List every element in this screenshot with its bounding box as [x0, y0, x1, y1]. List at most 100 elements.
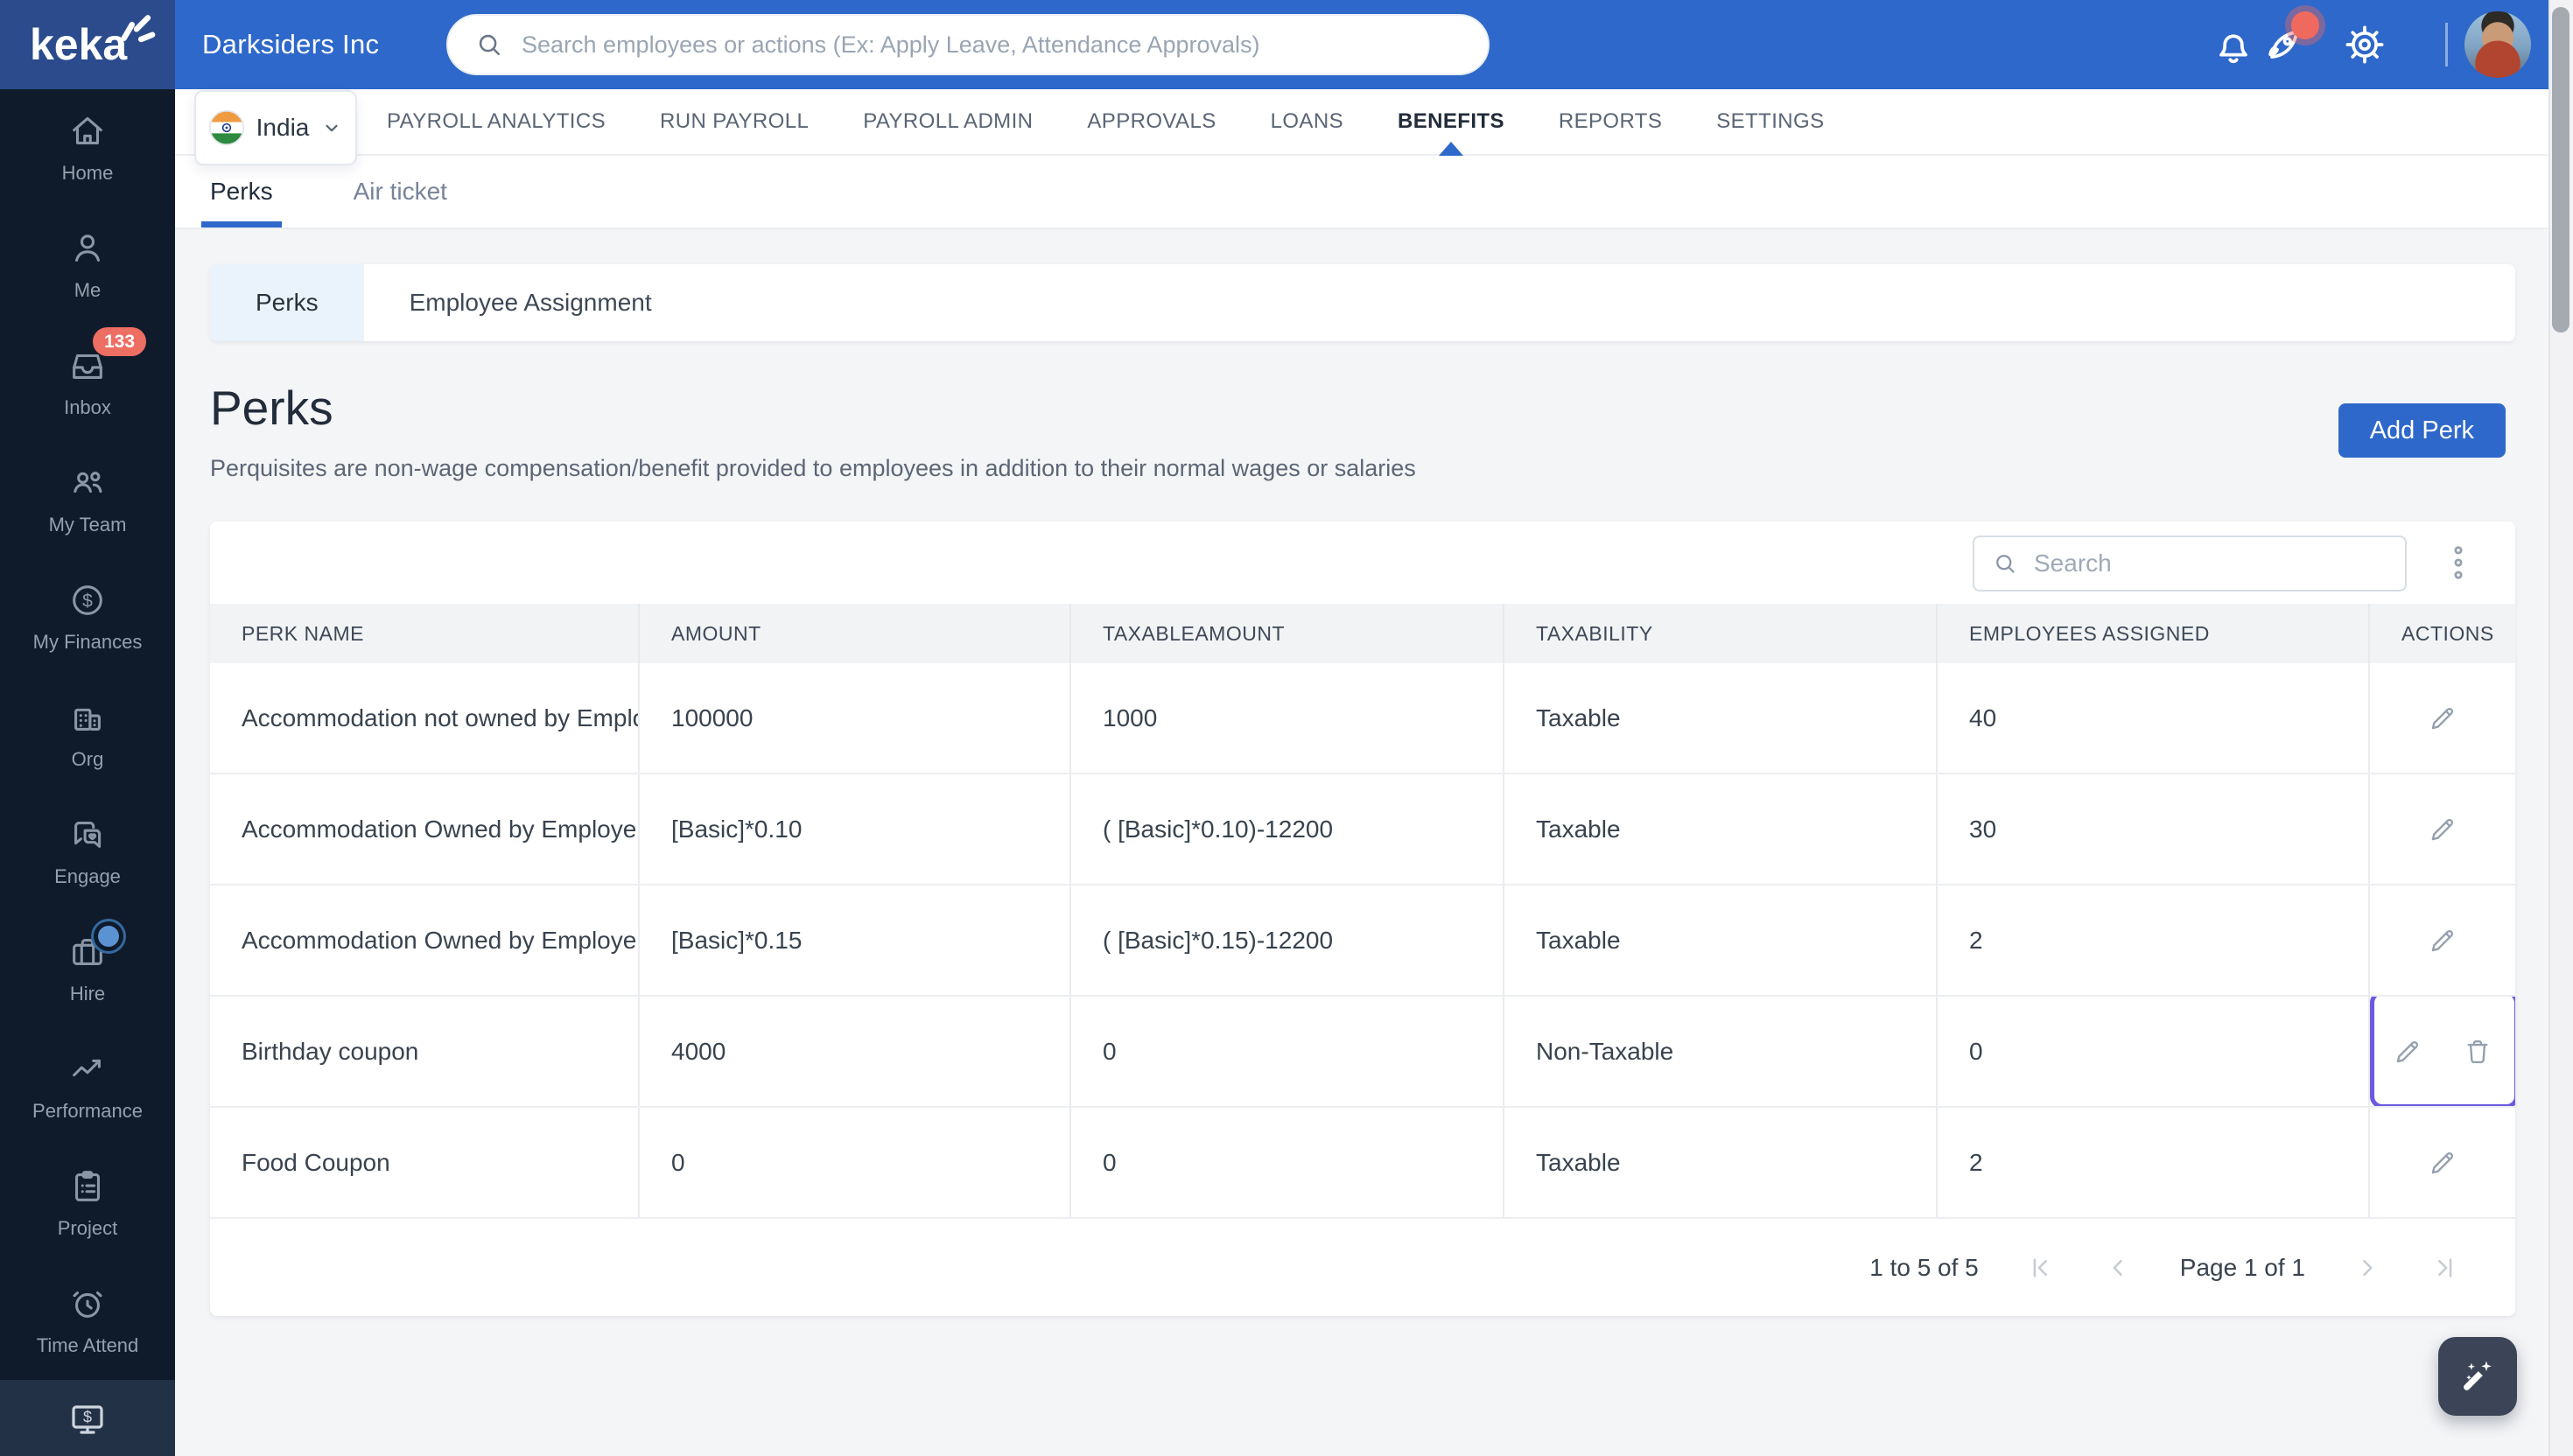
card-tab-perks[interactable]: Perks [210, 264, 364, 341]
country-selector[interactable]: India [194, 90, 357, 165]
global-search-input[interactable] [520, 30, 1462, 60]
nav-item-loans[interactable]: LOANS [1271, 89, 1343, 154]
last-page-button[interactable] [2429, 1253, 2459, 1283]
cell-perk-name: Birthday coupon [210, 997, 640, 1106]
nav-item-run-payroll[interactable]: RUN PAYROLL [660, 89, 809, 154]
sidebar-item-performance[interactable]: Performance [0, 1027, 175, 1144]
sidebar-item-inbox[interactable]: 133 Inbox [0, 324, 175, 441]
sidebar-item-label: Time Attend [36, 1334, 139, 1356]
header-divider [2445, 23, 2448, 66]
cell-employees-assigned: 2 [1938, 1108, 2370, 1217]
add-perk-button[interactable]: Add Perk [2338, 403, 2506, 458]
nav-item-payroll-analytics[interactable]: PAYROLL ANALYTICS [387, 89, 606, 154]
search-icon [479, 34, 501, 56]
nav-item-reports[interactable]: REPORTS [1559, 89, 1662, 154]
pagination: 1 to 5 of 5 Page 1 of 1 [210, 1219, 2515, 1316]
table-row: Accommodation Owned by Employer an [Basi… [210, 886, 2515, 997]
sidebar: keka Home Me 133 Inbox My Team $ My Fina… [0, 0, 175, 1456]
cell-taxability: Taxable [1504, 663, 1938, 773]
sidebar-item-hire[interactable]: Hire [0, 910, 175, 1027]
nav-item-settings[interactable]: SETTINGS [1716, 89, 1824, 154]
team-icon [74, 472, 102, 494]
avatar[interactable] [2464, 11, 2531, 78]
tab-perks[interactable]: Perks [201, 156, 282, 228]
cell-perk-name: Food Coupon [210, 1108, 640, 1217]
kebab-menu-icon[interactable] [2442, 543, 2475, 582]
india-flag-icon [208, 109, 244, 146]
settings-button[interactable] [2340, 20, 2389, 69]
tab-air-ticket[interactable]: Air ticket [354, 156, 447, 228]
next-page-button[interactable] [2352, 1253, 2382, 1283]
notifications-button[interactable] [2209, 20, 2258, 69]
sidebar-item-home[interactable]: Home [0, 89, 175, 206]
sidebar-item-project[interactable]: Project [0, 1144, 175, 1262]
cell-actions [2370, 774, 2515, 884]
edit-pencil-icon[interactable] [2426, 924, 2459, 957]
edit-pencil-icon[interactable] [2391, 1035, 2424, 1068]
whats-new-button[interactable] [2260, 11, 2319, 69]
prev-page-button[interactable] [2103, 1253, 2133, 1283]
chat-heart-icon [74, 822, 102, 848]
cell-employees-assigned: 2 [1938, 886, 2370, 995]
gear-icon [2345, 25, 2384, 64]
sidebar-item-my-finances[interactable]: $ My Finances [0, 558, 175, 676]
cell-amount: [Basic]*0.10 [640, 774, 1071, 884]
cell-taxable-amount: ( [Basic]*0.10)-12200 [1071, 774, 1504, 884]
table-row: Accommodation not owned by Employe 10000… [210, 663, 2515, 774]
sidebar-item-me[interactable]: Me [0, 206, 175, 324]
table-row: Food Coupon 0 0 Taxable 2 [210, 1108, 2515, 1219]
table-search[interactable] [1973, 536, 2407, 592]
sidebar-item-org[interactable]: Org [0, 676, 175, 793]
sidebar-item-label: Home [61, 162, 114, 184]
cell-actions-highlighted [2370, 997, 2515, 1106]
cell-taxability: Taxable [1504, 774, 1938, 884]
assistant-wand-button[interactable] [2438, 1337, 2517, 1416]
sidebar-item-time-attend[interactable]: Time Attend [0, 1262, 175, 1379]
sidebar-item-label: My Team [48, 514, 127, 536]
benefits-subtabs: Perks Air ticket [175, 156, 2573, 229]
svg-text:$: $ [82, 592, 93, 612]
card-tab-employee-assignment[interactable]: Employee Assignment [364, 264, 698, 341]
sidebar-item-label: Project [57, 1217, 118, 1239]
sidebar-item-label: Hire [69, 983, 106, 1004]
sidebar-item-engage[interactable]: Engage [0, 793, 175, 910]
nav-item-benefits[interactable]: BENEFITS [1398, 89, 1504, 154]
sidebar-item-my-team[interactable]: My Team [0, 441, 175, 558]
keka-logo[interactable]: keka [0, 0, 175, 89]
chevron-left-icon [2113, 1259, 2122, 1276]
global-search[interactable] [446, 14, 1490, 75]
company-name: Darksiders Inc [202, 29, 380, 60]
table-search-input[interactable] [2032, 549, 2387, 578]
scrollbar-thumb[interactable] [2552, 7, 2569, 332]
perks-tabs-card: Perks Employee Assignment [210, 264, 2515, 341]
edit-pencil-icon[interactable] [2426, 702, 2459, 735]
svg-text:$: $ [83, 1408, 92, 1425]
alarm-clock-icon [73, 1292, 102, 1318]
cell-taxability: Non-Taxable [1504, 997, 1938, 1106]
edit-pencil-icon[interactable] [2426, 813, 2459, 846]
nav-item-payroll-admin[interactable]: PAYROLL ADMIN [863, 89, 1033, 154]
nav-item-approvals[interactable]: APPROVALS [1087, 89, 1216, 154]
delete-trash-icon[interactable] [2461, 1035, 2494, 1068]
cell-taxable-amount: 0 [1071, 997, 1504, 1106]
whats-new-badge [2291, 11, 2319, 39]
table-row: Birthday coupon 4000 0 Non-Taxable 0 [210, 997, 2515, 1108]
keka-logo-text: keka [30, 20, 128, 69]
sidebar-item-payroll-active[interactable]: $ [0, 1380, 175, 1456]
cell-actions [2370, 886, 2515, 995]
sidebar-item-label: Inbox [64, 396, 111, 418]
edit-pencil-icon[interactable] [2426, 1146, 2459, 1180]
sidebar-item-label: Me [74, 279, 102, 301]
cell-perk-name: Accommodation Owned by Employer an [210, 774, 640, 884]
cell-amount: [Basic]*0.15 [640, 886, 1071, 995]
sidebar-item-label: My Finances [32, 631, 143, 653]
cell-actions [2370, 1108, 2515, 1217]
cell-taxability: Taxable [1504, 886, 1938, 995]
first-page-button[interactable] [2026, 1253, 2056, 1283]
country-label: India [256, 114, 310, 141]
trend-icon [73, 1059, 101, 1077]
cell-perk-name: Accommodation not owned by Employe [210, 663, 640, 773]
cell-actions [2370, 663, 2515, 773]
col-header-actions: ACTIONS [2401, 621, 2494, 645]
bell-icon [2219, 34, 2247, 64]
